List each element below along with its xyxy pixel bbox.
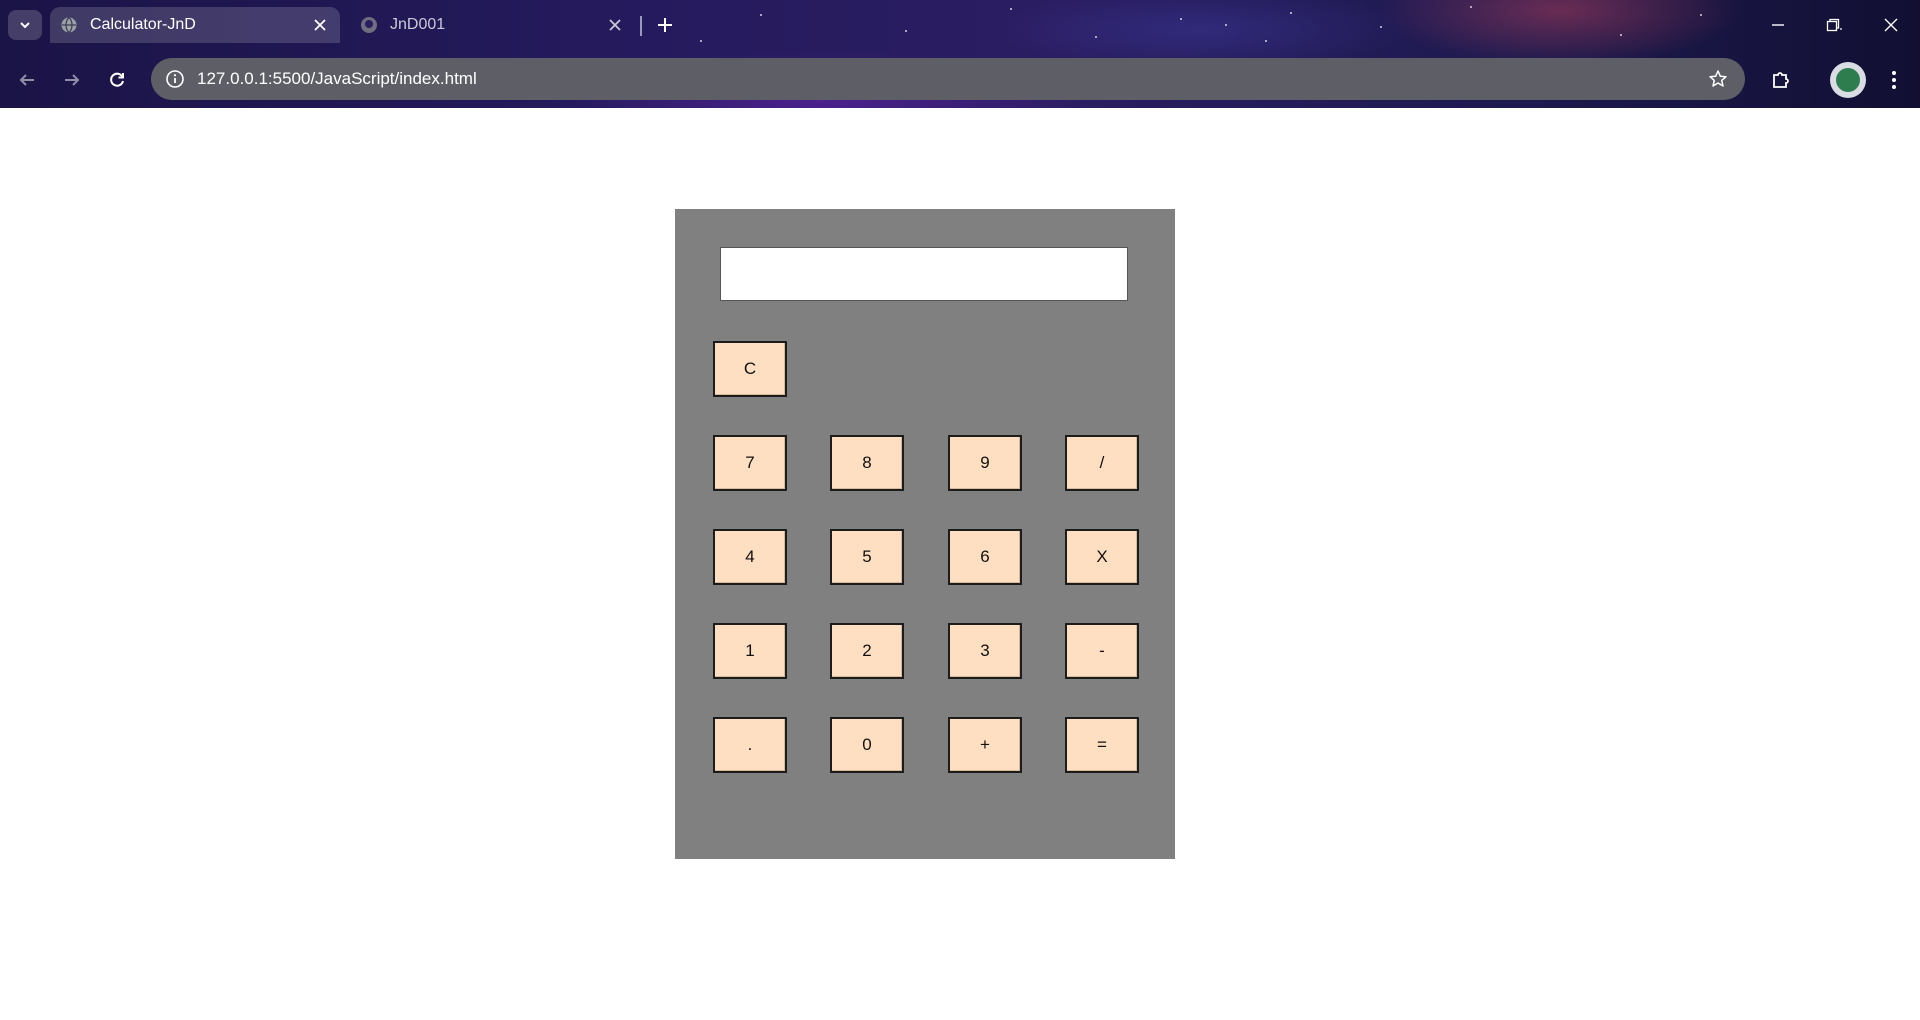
reload-icon	[110, 72, 124, 87]
close-tab-icon[interactable]	[605, 15, 625, 35]
digit-2-button[interactable]: 2	[830, 623, 904, 679]
puzzle-icon	[1773, 72, 1789, 88]
globe-icon	[60, 16, 78, 34]
digit-4-button[interactable]: 4	[713, 529, 787, 585]
close-window-button[interactable]	[1868, 10, 1914, 40]
close-tab-icon[interactable]	[310, 15, 330, 35]
multiply-button[interactable]: X	[1065, 529, 1139, 585]
plus-icon	[658, 18, 672, 32]
browser-menu-button[interactable]	[1878, 64, 1910, 96]
digit-8-button[interactable]: 8	[830, 435, 904, 491]
browser-chrome: Calculator-JnD JnD001 127.0.0.1:5500/Jav…	[0, 0, 1920, 108]
github-icon	[360, 16, 378, 34]
minimize-icon	[1772, 24, 1784, 26]
digit-6-button[interactable]: 6	[948, 529, 1022, 585]
digit-5-button[interactable]: 5	[830, 529, 904, 585]
digit-1-button[interactable]: 1	[713, 623, 787, 679]
tab-calculator[interactable]: Calculator-JnD	[50, 7, 340, 43]
digit-3-button[interactable]: 3	[948, 623, 1022, 679]
minimize-button[interactable]	[1755, 10, 1801, 40]
new-tab-button[interactable]	[652, 12, 678, 38]
equals-button[interactable]: =	[1065, 717, 1139, 773]
chevron-down-icon	[20, 22, 30, 29]
digit-7-button[interactable]: 7	[713, 435, 787, 491]
back-arrow-icon	[19, 74, 34, 86]
tab-title: Calculator-JnD	[90, 16, 196, 33]
calculator-display[interactable]	[720, 247, 1128, 301]
url-text: 127.0.0.1:5500/JavaScript/index.html	[197, 69, 477, 88]
forward-button[interactable]	[56, 64, 88, 96]
decimal-button[interactable]: .	[713, 717, 787, 773]
digit-9-button[interactable]: 9	[948, 435, 1022, 491]
browser-toolbar: 127.0.0.1:5500/JavaScript/index.html	[0, 56, 1920, 104]
add-button[interactable]: +	[948, 717, 1022, 773]
divide-button[interactable]: /	[1065, 435, 1139, 491]
tab-strip: Calculator-JnD JnD001	[0, 0, 1920, 50]
extensions-button[interactable]	[1765, 64, 1797, 96]
bookmark-star-icon[interactable]	[1703, 64, 1733, 94]
tab-jnd001[interactable]: JnD001	[350, 7, 635, 43]
restore-button[interactable]	[1810, 10, 1856, 40]
site-info-icon[interactable]	[163, 67, 187, 91]
calculator-body: C 7 8 9 / 4 5 6 X 1 2 3 - . 0 + =	[675, 209, 1175, 859]
avatar-image	[1836, 68, 1860, 92]
subtract-button[interactable]: -	[1065, 623, 1139, 679]
forward-arrow-icon	[65, 74, 80, 86]
profile-avatar[interactable]	[1830, 62, 1866, 98]
tab-title: JnD001	[390, 16, 446, 33]
address-bar[interactable]: 127.0.0.1:5500/JavaScript/index.html	[151, 58, 1745, 100]
clear-button[interactable]: C	[713, 341, 787, 397]
more-vert-icon	[1892, 71, 1896, 89]
digit-0-button[interactable]: 0	[830, 717, 904, 773]
back-button[interactable]	[11, 64, 43, 96]
close-icon	[1884, 18, 1898, 32]
tab-divider	[640, 16, 642, 36]
restore-icon	[1826, 18, 1840, 32]
reload-button[interactable]	[101, 64, 133, 96]
tab-search-button[interactable]	[8, 10, 42, 40]
